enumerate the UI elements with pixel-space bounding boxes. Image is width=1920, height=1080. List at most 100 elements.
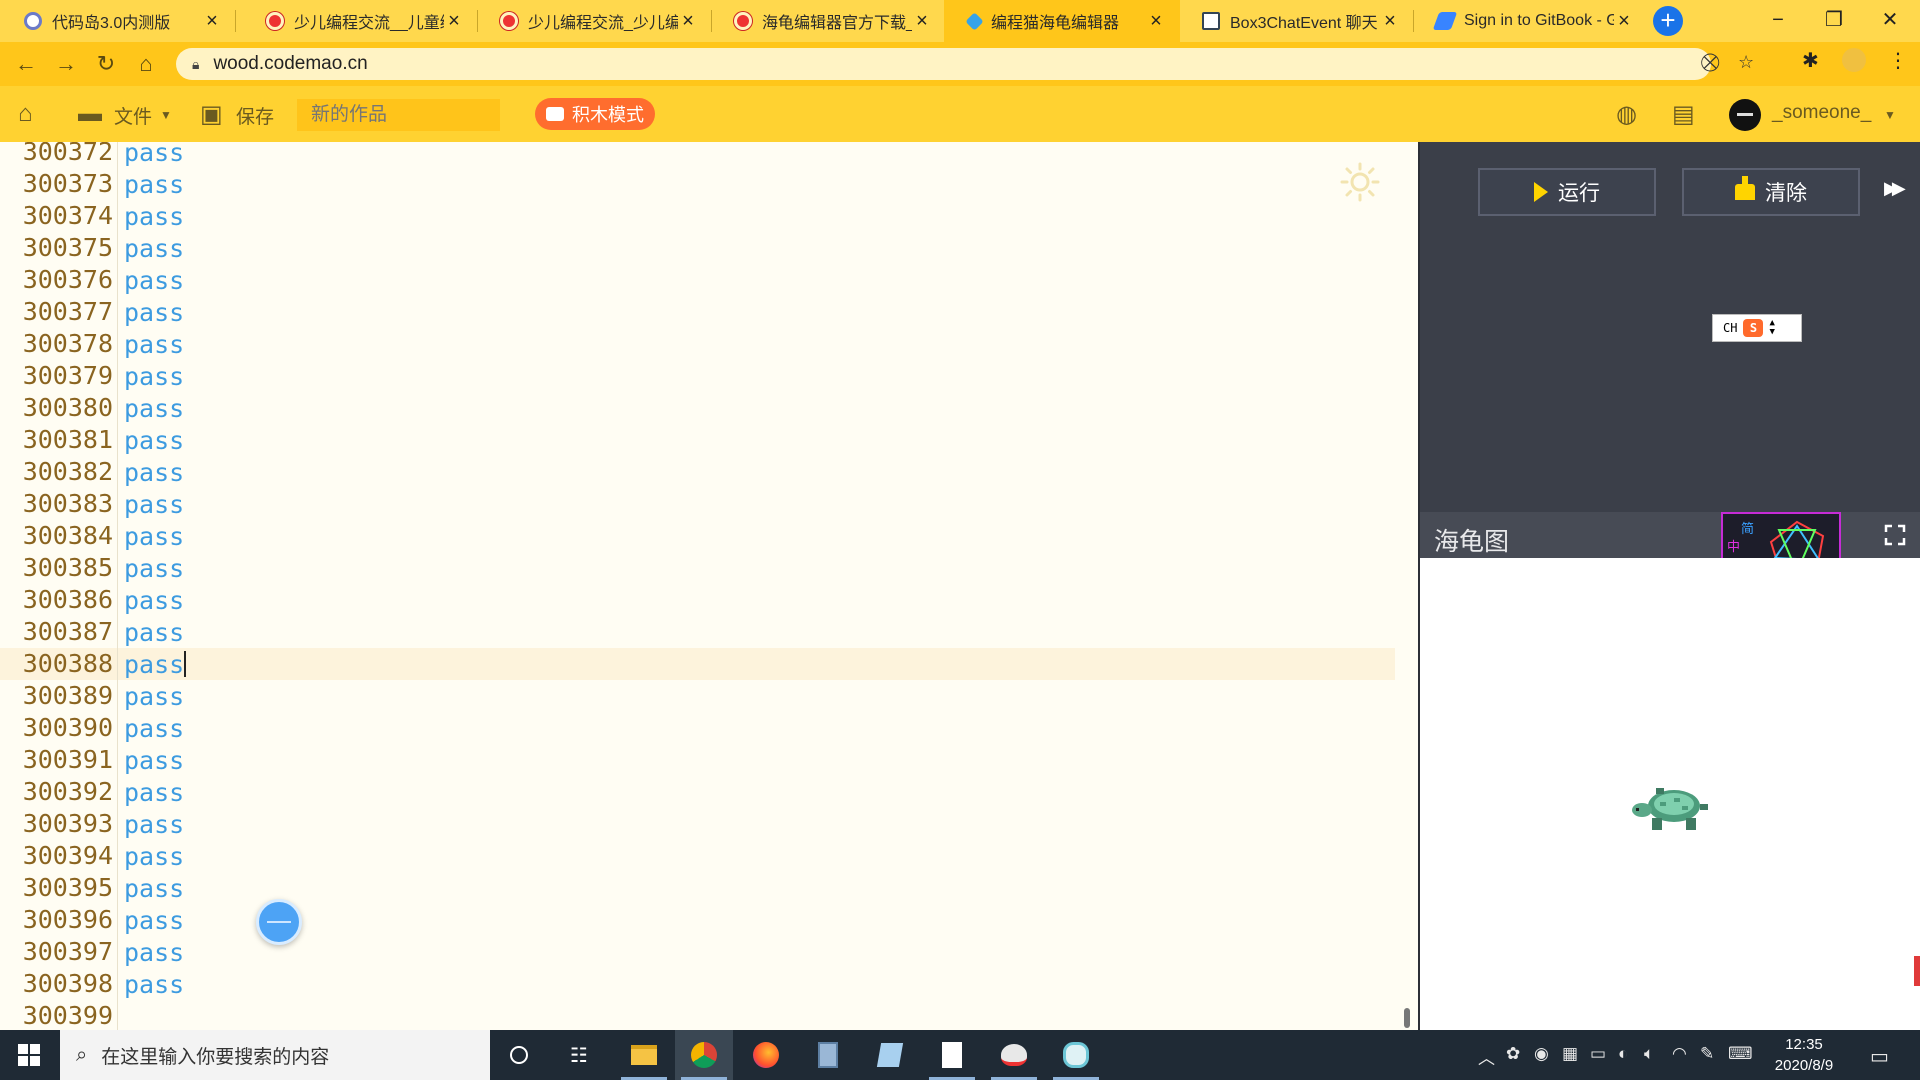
side-tab-marker[interactable] (1914, 956, 1920, 986)
code-line[interactable]: 300373 pass (0, 168, 1395, 200)
turtle-canvas[interactable] (1420, 558, 1920, 1030)
browser-tab-active[interactable]: 编程猫海龟编辑器 × (944, 0, 1180, 42)
code-line[interactable]: 300383 pass (0, 488, 1395, 520)
code-line[interactable]: 300393 pass (0, 808, 1395, 840)
code-line[interactable]: 300386 pass (0, 584, 1395, 616)
code-line[interactable]: 300396 pass (0, 904, 1395, 936)
work-title-input[interactable] (297, 99, 500, 131)
profile-avatar-icon[interactable] (1842, 48, 1866, 72)
code-line[interactable]: 300375 pass (0, 232, 1395, 264)
browser-tab[interactable]: 少儿编程交流__儿童编 × (242, 0, 478, 42)
help-book-icon[interactable]: ▤ (1672, 100, 1695, 129)
code-line[interactable]: 300395 pass (0, 872, 1395, 904)
chevron-down-icon[interactable]: ▼ (160, 108, 172, 122)
browser-menu-icon[interactable]: ⋮ (1888, 48, 1908, 73)
editor-scrollbar[interactable] (1404, 1008, 1410, 1028)
translate-icon[interactable]: ⛒ (1701, 52, 1719, 73)
code-line[interactable]: 300389 pass (0, 680, 1395, 712)
code-line[interactable]: 300387 pass (0, 616, 1395, 648)
keyboard-icon[interactable]: ⌨ (1728, 1044, 1753, 1064)
notepad-icon[interactable] (861, 1030, 919, 1080)
run-button[interactable]: 运行 (1478, 168, 1656, 216)
lock-icon[interactable]: 🔒︎ (192, 56, 199, 73)
code-line[interactable]: 300391 pass (0, 744, 1395, 776)
collapse-panel-icon[interactable]: ▶▶ (1884, 178, 1906, 199)
chevron-up-icon[interactable]: ︿ (1478, 1044, 1495, 1069)
bookmark-star-icon[interactable]: ☆ (1738, 52, 1754, 73)
chevron-down-icon[interactable]: ▼ (1884, 108, 1896, 122)
volume-icon[interactable]: 🔈︎ (1644, 1044, 1654, 1064)
browser-tab[interactable]: 少儿编程交流_少儿编程 × (476, 0, 712, 42)
code-line[interactable]: 300399 (0, 1000, 1395, 1030)
code-editor[interactable]: 300372 pass 300373 pass 300374 pass 300375 pass… (0, 142, 1418, 1030)
code-line[interactable]: 300382 pass (0, 456, 1395, 488)
paint-icon[interactable] (985, 1030, 1043, 1080)
turtle-editor-app-icon[interactable] (1047, 1030, 1105, 1080)
save-icon[interactable]: ▣ (200, 100, 223, 129)
tray-app-icon[interactable]: ◉ (1534, 1044, 1549, 1064)
pen-icon[interactable]: ✎ (1700, 1044, 1714, 1064)
code-line[interactable]: 300392 pass (0, 776, 1395, 808)
close-icon[interactable]: × (444, 10, 464, 33)
clear-button[interactable]: 清除 (1682, 168, 1860, 216)
task-view-icon[interactable]: ☷ (550, 1030, 608, 1080)
home-icon[interactable]: ⌂ (132, 50, 160, 78)
code-line[interactable]: 300378 pass (0, 328, 1395, 360)
close-icon[interactable]: × (678, 10, 698, 33)
home-icon[interactable]: ⌂ (18, 100, 33, 128)
code-line[interactable]: 300374 pass (0, 200, 1395, 232)
ime-arrows-icon[interactable]: ▲ ▼ (1769, 319, 1774, 337)
tray-app-icon[interactable]: ✿ (1506, 1044, 1520, 1064)
sun-theme-icon[interactable] (1340, 162, 1380, 202)
code-line[interactable]: 300397 pass (0, 936, 1395, 968)
file-explorer-icon[interactable] (615, 1030, 673, 1080)
reload-icon[interactable]: ↻ (92, 50, 120, 78)
code-line[interactable]: 300377 pass (0, 296, 1395, 328)
code-line[interactable]: 300390 pass (0, 712, 1395, 744)
tray-app-icon[interactable]: ▦ (1562, 1044, 1578, 1064)
battery-icon[interactable]: ▭ (1590, 1044, 1606, 1064)
taskbar-search-box[interactable]: ⌕ 在这里输入你要搜索的内容 (60, 1030, 490, 1080)
browser-tab[interactable]: 海龟编辑器官方下载_P × (710, 0, 946, 42)
forward-arrow-icon[interactable]: → (52, 50, 80, 78)
globe-icon[interactable]: ◍ (1616, 100, 1637, 129)
new-tab-button[interactable]: + (1653, 6, 1683, 36)
extensions-puzzle-icon[interactable]: ✱ (1802, 48, 1819, 73)
folder-icon[interactable]: ▬ (78, 100, 102, 128)
back-arrow-icon[interactable]: ← (12, 50, 40, 78)
taskbar-clock[interactable]: 12:35 2020/8/9 (1752, 1034, 1856, 1076)
close-window-button[interactable]: ✕ (1862, 0, 1918, 42)
close-icon[interactable]: × (1614, 10, 1634, 33)
user-avatar[interactable] (1729, 99, 1761, 131)
code-line[interactable]: 300376 pass (0, 264, 1395, 296)
code-line[interactable]: 300372 pass (0, 142, 1395, 168)
save-button[interactable]: 保存 (236, 102, 274, 129)
minimize-window-button[interactable]: − (1750, 0, 1806, 42)
floating-assistant-ball[interactable] (256, 899, 302, 945)
ime-toolbar[interactable]: CH S ▲ ▼ (1712, 314, 1802, 342)
code-line[interactable]: 300388 pass (0, 648, 1395, 680)
code-line[interactable]: 300385 pass (0, 552, 1395, 584)
file-menu-label[interactable]: 文件 (114, 102, 152, 129)
document-icon[interactable] (923, 1030, 981, 1080)
code-line[interactable]: 300379 pass (0, 360, 1395, 392)
wifi-icon[interactable]: ◠ (1672, 1044, 1687, 1064)
restore-window-button[interactable]: ❐ (1806, 0, 1862, 42)
firefox-icon[interactable] (737, 1030, 795, 1080)
username[interactable]: _someone_ (1772, 102, 1871, 124)
cortana-icon[interactable] (490, 1030, 548, 1080)
tray-app-icon[interactable]: ◐ (1618, 1044, 1628, 1064)
close-icon[interactable]: × (912, 10, 932, 33)
close-icon[interactable]: × (1146, 10, 1166, 33)
code-line[interactable]: 300394 pass (0, 840, 1395, 872)
close-icon[interactable]: × (1380, 10, 1400, 33)
code-line[interactable]: 300398 pass (0, 968, 1395, 1000)
code-line[interactable]: 300384 pass (0, 520, 1395, 552)
fullscreen-icon[interactable] (1884, 524, 1906, 546)
browser-tab[interactable]: 代码岛3.0内测版 × (0, 0, 236, 42)
close-icon[interactable]: × (202, 10, 222, 33)
block-mode-button[interactable]: 积木模式 (535, 98, 655, 130)
calculator-icon[interactable] (799, 1030, 857, 1080)
code-line[interactable]: 300380 pass (0, 392, 1395, 424)
browser-tab[interactable]: Box3ChatEvent 聊天 × (1178, 0, 1414, 42)
